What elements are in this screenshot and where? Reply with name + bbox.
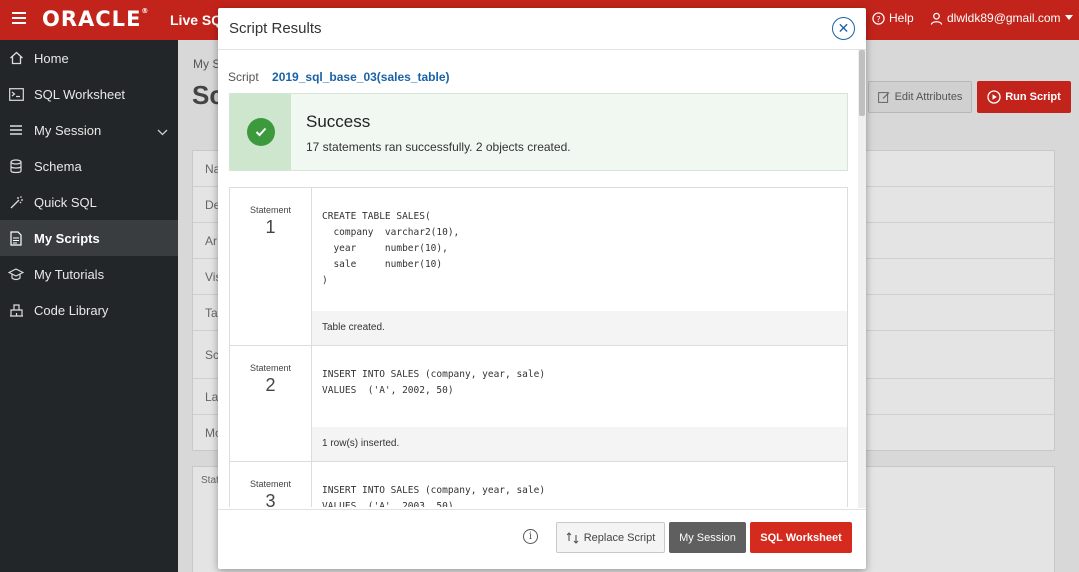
sql-worksheet-button[interactable]: SQL Worksheet — [750, 522, 852, 553]
dialog-header: Script Results ✕ — [218, 8, 866, 50]
sidebar-item-label: My Scripts — [34, 230, 100, 246]
sidebar-item-home[interactable]: Home — [0, 40, 178, 76]
sidebar-item-my-tutorials[interactable]: My Tutorials — [0, 256, 178, 292]
statement-row: Statement 1 CREATE TABLE SALES( company … — [229, 188, 848, 346]
edit-icon — [877, 92, 889, 103]
sidebar-item-schema[interactable]: Schema — [0, 148, 178, 184]
statement-label: Statement — [249, 205, 292, 215]
statement-number-cell: Statement 2 — [230, 346, 312, 461]
help-label: Help — [889, 11, 914, 25]
graduation-cap-icon — [8, 266, 24, 282]
sidebar-item-label: SQL Worksheet — [34, 86, 126, 102]
statement-number: 2 — [265, 375, 276, 395]
wand-icon — [8, 194, 24, 210]
database-icon — [8, 158, 24, 174]
chevron-down-icon[interactable] — [157, 124, 168, 139]
help-link[interactable]: ? Help — [872, 11, 914, 25]
replace-script-label: Replace Script — [583, 531, 656, 544]
statement-code: CREATE TABLE SALES( company varchar2(10)… — [322, 211, 460, 286]
scrollbar-thumb[interactable] — [859, 50, 865, 116]
sidebar-item-my-scripts[interactable]: My Scripts — [0, 220, 178, 256]
swap-icon — [566, 531, 579, 544]
script-results-dialog: Script Results ✕ Script 2019_sql_base_03… — [218, 8, 866, 569]
close-icon[interactable]: ✕ — [832, 17, 855, 40]
user-icon — [930, 12, 943, 25]
sidebar-item-label: Quick SQL — [34, 194, 97, 210]
info-icon[interactable]: i — [523, 529, 538, 544]
statement-result: 1 row(s) inserted. — [312, 427, 847, 461]
edit-attributes-label: Edit Attributes — [894, 91, 963, 103]
library-icon — [8, 302, 24, 318]
sidebar-item-label: Schema — [34, 158, 82, 174]
my-session-button[interactable]: My Session — [669, 522, 746, 553]
run-script-label: Run Script — [1005, 91, 1061, 103]
sidebar: Home SQL Worksheet My Session Schema Qui… — [0, 40, 178, 572]
replace-script-button[interactable]: Replace Script — [556, 522, 665, 553]
caret-down-icon — [1064, 15, 1073, 20]
user-email: dlwldk89@gmail.com — [947, 11, 1061, 25]
sidebar-item-label: My Session — [34, 122, 102, 138]
statement-label: Statement — [249, 363, 292, 373]
statement-number: 1 — [265, 217, 276, 237]
statement-row: Statement 3 INSERT INTO SALES (company, … — [229, 462, 848, 507]
script-label: Script — [228, 70, 259, 84]
sidebar-item-label: Home — [34, 50, 69, 66]
success-icon-box — [230, 94, 291, 170]
statement-code: INSERT INTO SALES (company, year, sale) … — [322, 485, 546, 507]
sidebar-item-quick-sql[interactable]: Quick SQL — [0, 184, 178, 220]
statement-number-cell: Statement 3 — [230, 462, 312, 507]
question-circle-icon: ? — [872, 11, 885, 25]
statement-results-list[interactable]: Statement 1 CREATE TABLE SALES( company … — [229, 187, 848, 507]
statement-label: Statement — [249, 479, 292, 489]
success-message: 17 statements ran successfully. 2 object… — [306, 140, 571, 154]
sidebar-item-my-session[interactable]: My Session — [0, 112, 178, 148]
scrollbar-track[interactable] — [858, 50, 866, 508]
dialog-footer: i Replace Script My Session SQL Workshee… — [218, 509, 866, 569]
script-name-link[interactable]: 2019_sql_base_03(sales_table) — [272, 70, 449, 84]
terminal-icon — [8, 86, 24, 102]
sidebar-item-label: Code Library — [34, 302, 109, 318]
oracle-logo[interactable]: ORACLE® — [42, 7, 149, 31]
breadcrumb[interactable]: My S — [193, 57, 220, 71]
svg-text:?: ? — [876, 13, 880, 23]
user-menu[interactable]: dlwldk89@gmail.com — [930, 11, 1073, 25]
home-icon — [8, 50, 24, 66]
check-circle-icon — [246, 118, 275, 146]
document-icon — [8, 230, 24, 246]
success-alert: Success 17 statements ran successfully. … — [229, 93, 848, 171]
success-title: Success — [306, 112, 371, 131]
statements-card-label: Stat — [201, 475, 219, 486]
run-script-button[interactable]: Run Script — [977, 81, 1071, 113]
statement-number-cell: Statement 1 — [230, 188, 312, 345]
statement-row: Statement 2 INSERT INTO SALES (company, … — [229, 346, 848, 462]
statement-number: 3 — [265, 491, 276, 507]
sidebar-item-code-library[interactable]: Code Library — [0, 292, 178, 328]
hamburger-menu-icon[interactable] — [12, 12, 26, 24]
edit-attributes-button[interactable]: Edit Attributes — [868, 81, 972, 113]
sidebar-item-sql-worksheet[interactable]: SQL Worksheet — [0, 76, 178, 112]
sidebar-item-label: My Tutorials — [34, 266, 105, 282]
script-name-row: Script 2019_sql_base_03(sales_table) — [228, 70, 450, 84]
play-circle-icon — [987, 90, 1001, 104]
dialog-title: Script Results — [229, 20, 322, 37]
statement-result: Table created. — [312, 311, 847, 345]
statement-code: INSERT INTO SALES (company, year, sale) … — [322, 369, 546, 396]
menu-icon — [8, 122, 24, 138]
